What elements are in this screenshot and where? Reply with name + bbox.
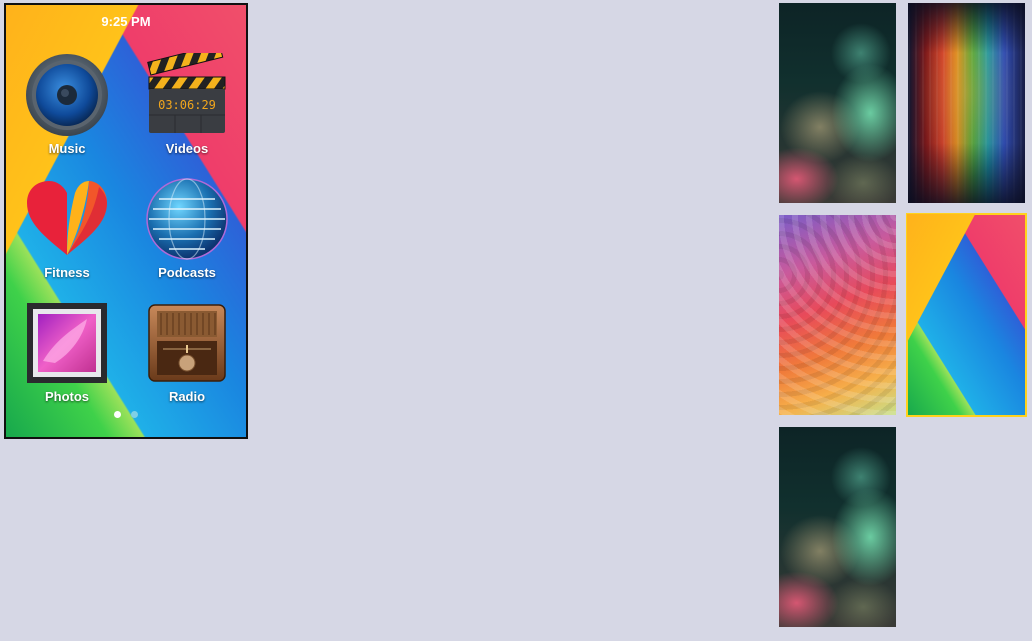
- app-label: Videos: [165, 141, 209, 156]
- wallpaper-thumbnail-bokeh-teal[interactable]: [779, 3, 896, 203]
- app-music[interactable]: Music: [12, 53, 122, 156]
- status-time: 9:25 PM: [101, 14, 151, 29]
- radio-icon: [145, 301, 229, 385]
- app-label: Podcasts: [158, 265, 216, 280]
- page-indicator: [6, 405, 246, 423]
- device-preview: 9:25 PM Music 03:06:29 Videos Fitness Po…: [4, 3, 248, 439]
- wallpaper-thumbnail-material-color-selected[interactable]: [906, 213, 1027, 417]
- wallpaper-thumbnail-rainbow-streaks[interactable]: [908, 3, 1025, 203]
- app-label: Photos: [44, 389, 90, 404]
- page-dot: [131, 411, 139, 418]
- photo-frame-icon: [25, 301, 109, 385]
- wallpaper-thumbnail-circles-sunset[interactable]: [779, 215, 896, 415]
- app-label: Music: [48, 141, 86, 156]
- speaker-icon: [25, 53, 109, 137]
- wallpaper-thumbnail-bokeh-teal-2[interactable]: [779, 427, 896, 627]
- heart-icon: [25, 177, 109, 261]
- globe-icon: [145, 177, 229, 261]
- app-podcasts[interactable]: Podcasts: [132, 177, 242, 280]
- app-videos[interactable]: 03:06:29 Videos: [132, 43, 242, 156]
- app-fitness[interactable]: Fitness: [12, 177, 122, 280]
- app-label: Radio: [168, 389, 206, 404]
- app-radio[interactable]: Radio: [132, 301, 242, 404]
- app-photos[interactable]: Photos: [12, 301, 122, 404]
- clapperboard-icon: 03:06:29: [145, 43, 229, 137]
- svg-text:03:06:29: 03:06:29: [158, 98, 216, 112]
- page-dot-active: [113, 411, 121, 418]
- app-label: Fitness: [44, 265, 90, 280]
